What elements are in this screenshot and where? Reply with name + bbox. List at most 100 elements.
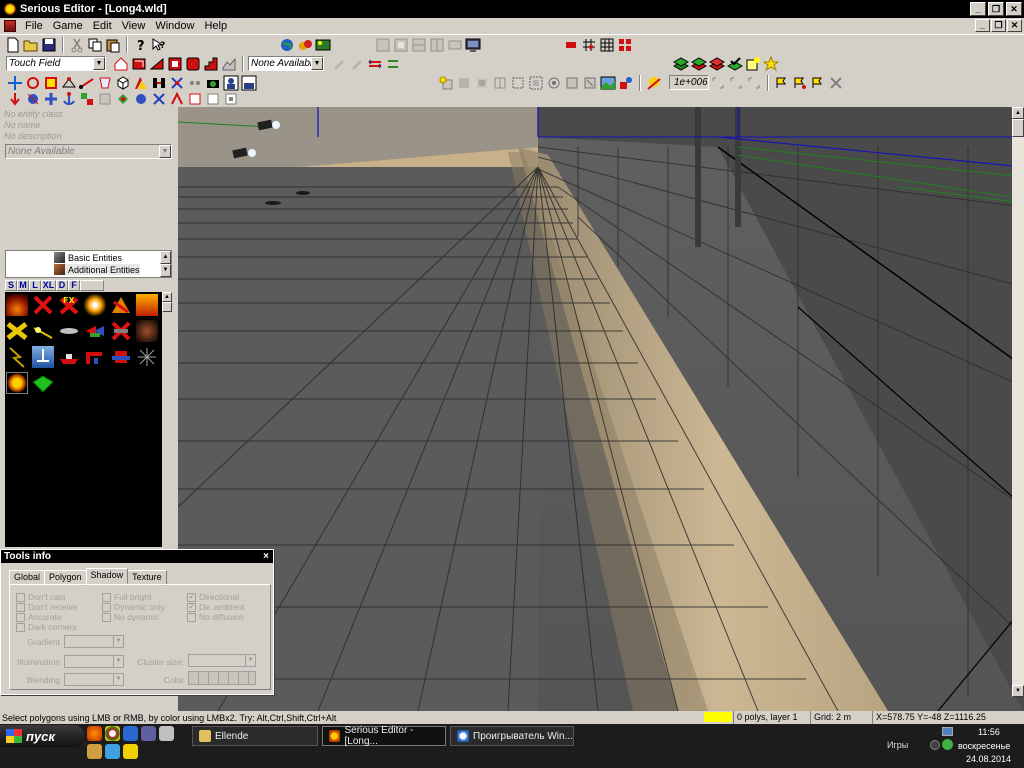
entity-blue-c-icon[interactable] [133, 91, 149, 107]
swap-icon[interactable] [385, 56, 401, 72]
full-bright-checkbox[interactable]: Full bright [102, 592, 151, 602]
ship-icon[interactable] [58, 346, 80, 368]
tab-s[interactable]: S [5, 280, 17, 291]
taskbar-item-media-player[interactable]: Проигрыватель Win... [450, 726, 574, 746]
grid-snap-icon[interactable] [581, 37, 597, 53]
color-picker[interactable] [188, 671, 256, 685]
accurate-checkbox[interactable]: Accurate [16, 612, 62, 622]
tab-f[interactable]: F [68, 280, 80, 291]
explosion-icon[interactable] [136, 294, 158, 316]
minimize-button[interactable]: _ [970, 2, 986, 16]
scroll-up-icon[interactable]: ▲ [162, 292, 172, 302]
illumination-select[interactable]: ▼ [64, 655, 124, 668]
dont-receive-checkbox[interactable]: Don't receive [16, 602, 77, 612]
primitive-wedge-icon[interactable] [149, 56, 165, 72]
gradient-select[interactable]: ▼ [64, 635, 124, 648]
csg-join-icon[interactable] [429, 37, 445, 53]
primitive-home-icon[interactable] [113, 56, 129, 72]
palette-scrollbar[interactable]: ▲ [162, 292, 172, 547]
restore-button[interactable]: ❐ [988, 2, 1004, 16]
csg-add-icon[interactable] [375, 37, 391, 53]
entity-puzzle-icon[interactable] [115, 91, 131, 107]
menu-window[interactable]: Window [150, 20, 199, 32]
csg-remove-icon[interactable] [393, 37, 409, 53]
entity-arrows-icon[interactable] [151, 91, 167, 107]
doc-minimize-button[interactable]: _ [975, 19, 990, 32]
red-grid-icon[interactable] [617, 37, 633, 53]
globe-icon[interactable] [279, 37, 295, 53]
primitive-box-icon[interactable] [131, 56, 147, 72]
new-file-icon[interactable] [5, 37, 21, 53]
fire-icon[interactable] [6, 294, 28, 316]
warning-icon[interactable] [110, 294, 132, 316]
chevron-left-icon[interactable] [930, 740, 940, 750]
directional-checkbox[interactable]: ✓ Directional [187, 592, 239, 602]
gray-tool-b-icon[interactable] [349, 56, 365, 72]
no-dynamic-checkbox[interactable]: No dynamic [102, 612, 159, 622]
avail-combo[interactable]: None Available ▼ [248, 56, 324, 71]
menu-game[interactable]: Game [48, 20, 88, 32]
spark-icon[interactable] [136, 346, 158, 368]
cluster-size-select[interactable]: ▼ [188, 654, 256, 667]
clock-time[interactable]: 11:56 [978, 727, 1000, 737]
csg-join-layers-icon[interactable] [447, 37, 463, 53]
firefox-icon[interactable] [87, 726, 102, 741]
taskbar-item-ellende[interactable]: Ellende [192, 726, 318, 746]
layer-green-icon[interactable] [672, 56, 690, 72]
app-icon[interactable] [123, 744, 138, 759]
flare-icon[interactable] [84, 294, 106, 316]
chrome-icon[interactable] [105, 726, 120, 741]
tab-blank[interactable] [80, 280, 104, 291]
start-button[interactable]: пуск [0, 725, 84, 747]
record-icon[interactable] [563, 37, 579, 53]
viewport-scrollbar[interactable]: ▲ ▼ [1012, 107, 1024, 697]
copy-icon[interactable] [87, 37, 103, 53]
pipe-icon[interactable] [84, 346, 106, 368]
tree-scrollbar[interactable]: ▲ ▼ [160, 251, 171, 277]
context-help-icon[interactable]: ? [151, 37, 167, 53]
scroll-up-icon[interactable]: ▲ [1012, 107, 1024, 119]
ie-icon[interactable] [123, 726, 138, 741]
fx-icon[interactable]: FX [58, 294, 80, 316]
3d-viewport[interactable]: ▲ ▼ [178, 107, 1024, 711]
open-folder-icon[interactable] [23, 37, 39, 53]
entity-blue-a-icon[interactable] [25, 91, 41, 107]
value-field[interactable]: 1e+006 [669, 75, 709, 90]
doc-restore-button[interactable]: ❐ [991, 19, 1006, 32]
entity-property-combo[interactable]: None Available ▼ [5, 144, 172, 159]
app-icon[interactable] [141, 726, 156, 741]
robot-icon[interactable] [110, 346, 132, 368]
tab-xl[interactable]: XL [41, 280, 56, 291]
app-icon[interactable] [105, 744, 120, 759]
entity-blue-b-icon[interactable] [43, 91, 59, 107]
dont-cast-checkbox[interactable]: Don't cast [16, 592, 66, 602]
mirror-icon[interactable] [367, 56, 383, 72]
layer-green-red-icon[interactable] [690, 56, 708, 72]
beam-icon[interactable] [32, 320, 54, 342]
taskbar-item-serious-editor[interactable]: Serious Editor - [Long... [322, 725, 446, 747]
layer-check-icon[interactable] [726, 56, 744, 72]
marker-icon[interactable] [84, 320, 106, 342]
chevron-down-icon[interactable]: ▼ [311, 57, 323, 70]
debris-icon[interactable] [136, 320, 158, 342]
dark-corners-checkbox[interactable]: Dark corners [16, 622, 77, 632]
primitive-sphere-icon[interactable] [185, 56, 201, 72]
dynamic-only-checkbox[interactable]: Dynamic only [102, 602, 165, 612]
menu-file[interactable]: File [20, 20, 48, 32]
close-icon[interactable]: × [263, 551, 273, 562]
mode-combo[interactable]: Touch Field ▼ [6, 56, 106, 71]
entity-link-icon[interactable] [79, 91, 95, 107]
tab-l[interactable]: L [29, 280, 41, 291]
menu-view[interactable]: View [117, 20, 151, 32]
dir-ambient-checkbox[interactable]: ✓ Dir. ambient [187, 602, 244, 612]
lightning-icon[interactable] [6, 346, 28, 368]
save-icon[interactable] [41, 37, 57, 53]
entity-box-c-icon[interactable] [223, 91, 239, 107]
menu-edit[interactable]: Edit [88, 20, 117, 32]
palette-scroll-thumb[interactable] [162, 302, 172, 312]
doc-close-button[interactable]: ✕ [1007, 19, 1022, 32]
browse-icon[interactable] [297, 37, 313, 53]
viewport-scroll-thumb[interactable] [1012, 119, 1024, 137]
entity-flip-icon[interactable] [169, 91, 185, 107]
paste-icon[interactable] [105, 37, 121, 53]
